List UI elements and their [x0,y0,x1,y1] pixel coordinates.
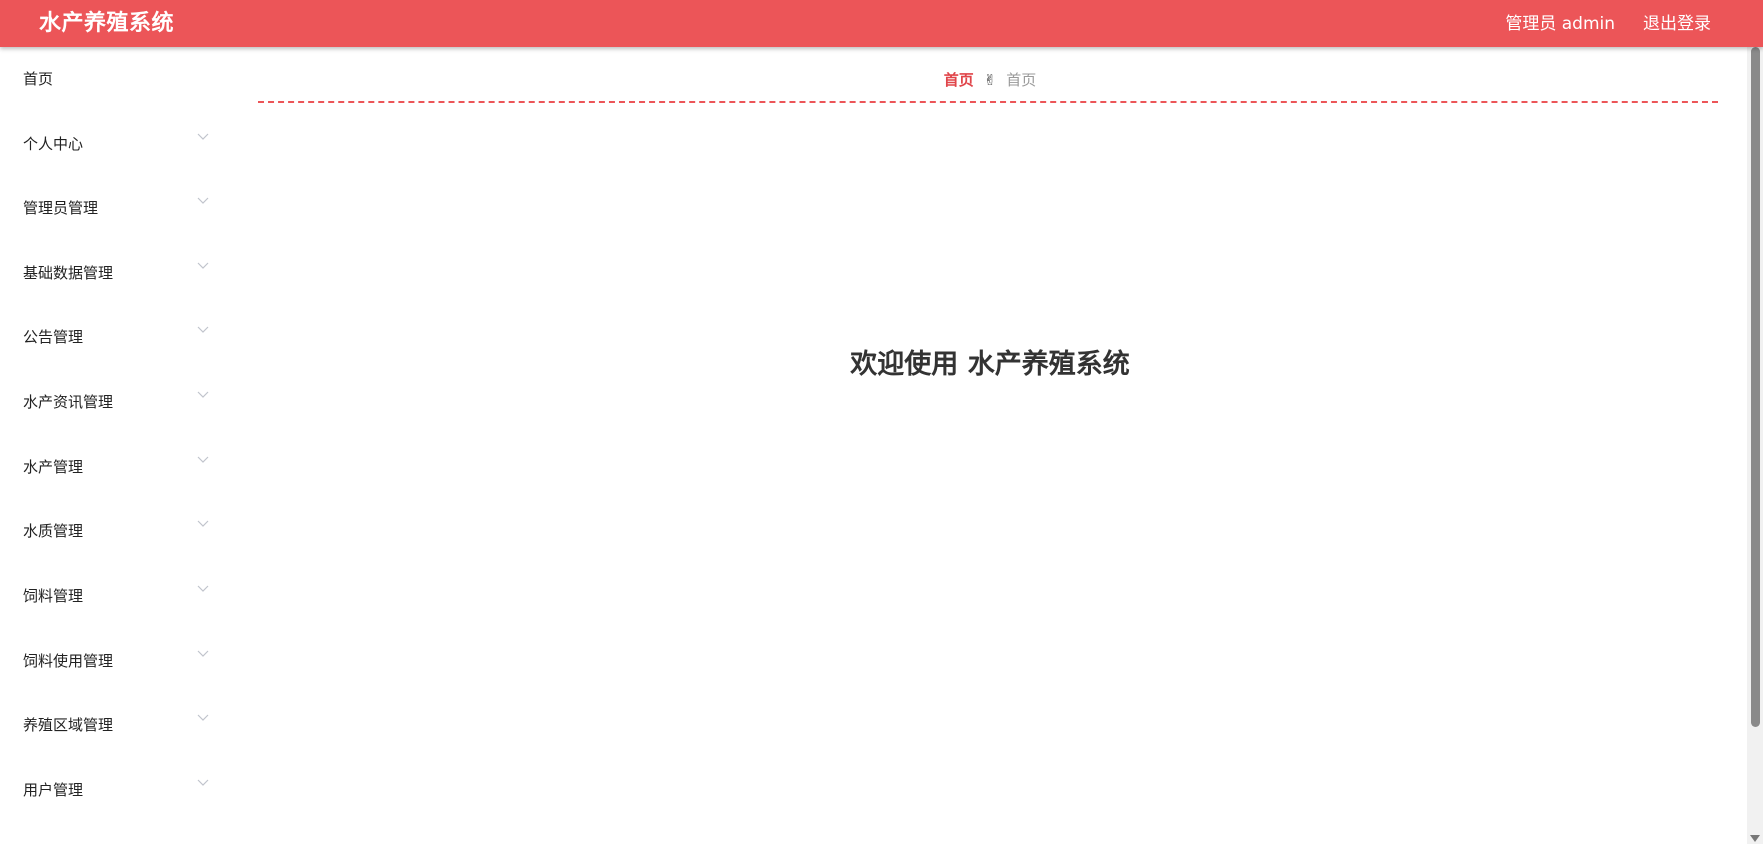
victory-hand-icon: ✌ [983,71,997,89]
page-scrollbar[interactable] [1747,47,1763,844]
sidebar-item-aquatic-management[interactable]: 水产管理 [0,447,220,487]
sidebar-item-personal-center[interactable]: 个人中心 [0,124,220,164]
sidebar-item-label: 饲料使用管理 [23,652,114,670]
main-content: 首页 ✌ 首页 欢迎使用 水产养殖系统 [220,47,1747,844]
logout-button[interactable]: 退出登录 [1643,12,1711,36]
sidebar-item-label: 水产管理 [23,458,84,476]
breadcrumb-current: 首页 [1006,71,1037,89]
chevron-down-icon [197,391,209,398]
sidebar-item-label: 养殖区域管理 [23,716,114,734]
chevron-down-icon [197,326,209,333]
chevron-down-icon [197,262,209,269]
sidebar-item-feed-usage-management[interactable]: 饲料使用管理 [0,641,220,681]
header-user-area: 管理员 admin 退出登录 [1505,12,1711,36]
welcome-message: 欢迎使用 水产养殖系统 [850,349,1130,380]
chevron-down-icon [197,650,209,657]
sidebar-item-label: 公告管理 [23,328,84,346]
sidebar-item-label: 首页 [23,70,54,88]
chevron-down-icon [197,520,209,527]
sidebar-item-aquatic-news-management[interactable]: 水产资讯管理 [0,382,220,422]
sidebar-item-label: 基础数据管理 [23,264,114,282]
sidebar-item-label: 水产资讯管理 [23,393,114,411]
breadcrumb-divider [258,101,1718,103]
breadcrumb-home-link[interactable]: 首页 [944,71,974,89]
sidebar-item-label: 饲料管理 [23,587,84,605]
sidebar-item-water-quality-management[interactable]: 水质管理 [0,511,220,551]
app-title: 水产养殖系统 [39,11,175,36]
sidebar-item-label: 用户管理 [23,781,84,799]
sidebar-item-label: 水质管理 [23,522,84,540]
chevron-down-icon [197,779,209,786]
chevron-down-icon [197,585,209,592]
sidebar-item-basic-data-management[interactable]: 基础数据管理 [0,253,220,293]
sidebar-item-home[interactable]: 首页 [0,59,220,99]
sidebar-item-notice-management[interactable]: 公告管理 [0,317,220,357]
sidebar-item-label: 个人中心 [23,135,84,153]
top-header: 水产养殖系统 管理员 admin 退出登录 [0,0,1763,47]
sidebar-item-feed-management[interactable]: 饲料管理 [0,576,220,616]
sidebar-item-user-management[interactable]: 用户管理 [0,770,220,810]
sidebar: 首页 个人中心 管理员管理 基础数据管理 公告管理 水产资讯管理 水产管理 水质… [0,47,220,844]
scroll-down-arrow-icon[interactable] [1750,835,1760,842]
chevron-down-icon [197,133,209,140]
chevron-down-icon [197,456,209,463]
breadcrumb: 首页 ✌ 首页 [220,70,1760,90]
user-label[interactable]: 管理员 admin [1505,12,1615,36]
scrollbar-thumb[interactable] [1751,47,1760,727]
chevron-down-icon [197,714,209,721]
sidebar-item-admin-management[interactable]: 管理员管理 [0,188,220,228]
sidebar-item-label: 管理员管理 [23,199,99,217]
chevron-down-icon [197,197,209,204]
sidebar-item-breeding-area-management[interactable]: 养殖区域管理 [0,705,220,745]
